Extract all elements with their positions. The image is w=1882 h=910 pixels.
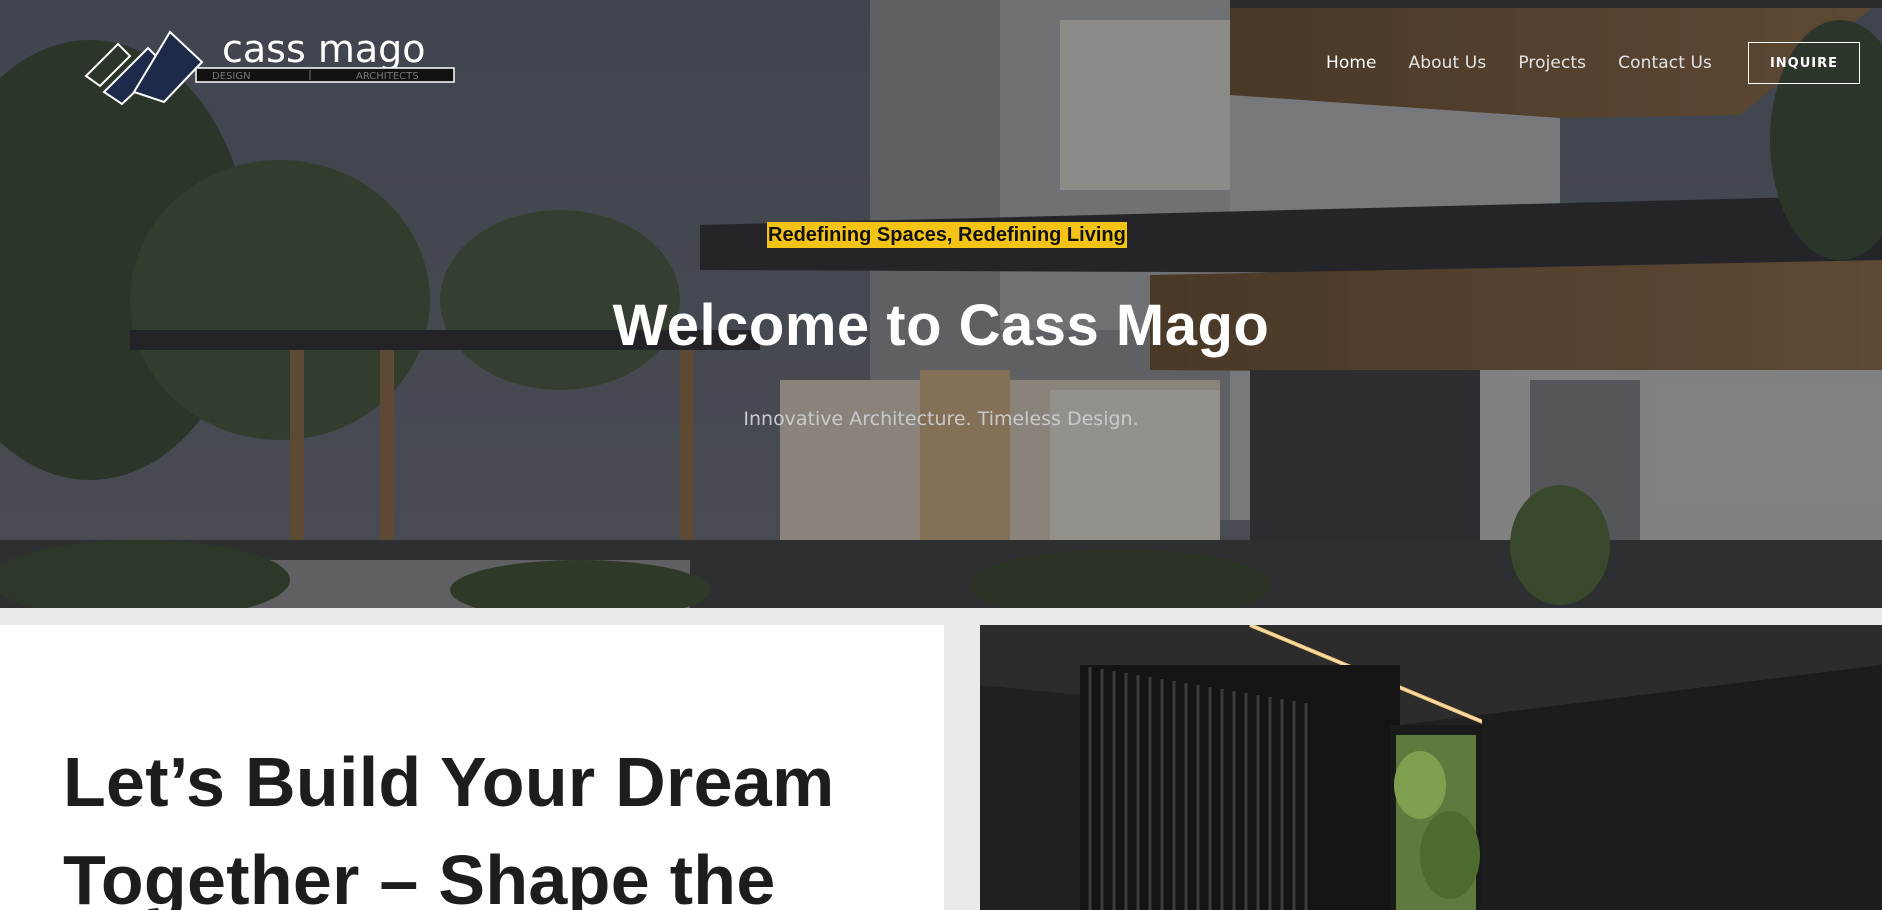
- hero-subtitle: Innovative Architecture. Timeless Design…: [743, 408, 1139, 430]
- logo-mark-icon: [84, 30, 204, 106]
- interior-image: [980, 625, 1882, 910]
- logo-sub-design: DESIGN: [212, 71, 251, 82]
- inquire-button[interactable]: INQUIRE: [1748, 42, 1860, 84]
- hero-tagline: Redefining Spaces, Redefining Living: [767, 222, 1127, 248]
- nav-home[interactable]: Home: [1326, 53, 1377, 73]
- nav-contact-us[interactable]: Contact Us: [1618, 53, 1712, 73]
- intro-heading: Let’s Build Your Dream Together – Shape …: [63, 743, 835, 910]
- nav-projects[interactable]: Projects: [1518, 53, 1586, 73]
- interior-photo: [980, 625, 1882, 910]
- hero-title: Welcome to Cass Mago: [612, 293, 1270, 358]
- brand-logo[interactable]: cass mago DESIGN ARCHITECTS: [84, 26, 456, 106]
- logo-sub-architects: ARCHITECTS: [356, 71, 419, 82]
- main-nav: Home About Us Projects Contact Us INQUIR…: [1294, 42, 1860, 84]
- nav-about-us[interactable]: About Us: [1409, 53, 1487, 73]
- hero-section: cass mago DESIGN ARCHITECTS Home About U…: [0, 0, 1882, 608]
- intro-card: Let’s Build Your Dream Together – Shape …: [0, 625, 944, 910]
- slatted-wall: [1080, 665, 1400, 910]
- logo-wordmark: cass mago: [222, 27, 426, 71]
